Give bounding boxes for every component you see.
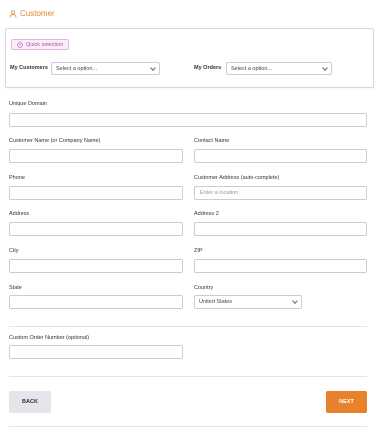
zip-label: ZIP — [194, 248, 203, 254]
country-value: United States — [199, 299, 233, 305]
country-select[interactable]: United States — [194, 295, 302, 309]
user-icon — [9, 9, 17, 18]
next-button-label: NEXT — [339, 399, 354, 405]
actions-divider-bottom — [9, 426, 367, 427]
custom-order-input[interactable] — [9, 345, 183, 359]
contact-name-input[interactable] — [194, 149, 367, 163]
address-input[interactable] — [9, 222, 183, 236]
actions-divider-top — [9, 376, 367, 377]
phone-input[interactable] — [9, 186, 183, 200]
chevron-down-icon — [150, 64, 156, 71]
custom-order-label: Custom Order Number (optional) — [9, 335, 90, 341]
customer-name-input[interactable] — [9, 149, 183, 163]
customer-address-label: Customer Address (auto-complete) — [194, 175, 280, 181]
my-customers-label: My Customers — [10, 65, 48, 71]
quick-selection-button[interactable]: Quick selection — [11, 39, 70, 50]
page-title: Customer — [20, 9, 55, 18]
customer-address-placeholder: Enter a location — [200, 190, 239, 196]
city-label: City — [9, 248, 19, 254]
city-input[interactable] — [9, 259, 183, 273]
next-button[interactable]: NEXT — [326, 391, 367, 413]
my-customers-select[interactable]: Select a option... — [51, 62, 160, 75]
phone-label: Phone — [9, 175, 25, 181]
section-divider — [9, 326, 367, 327]
chevron-down-icon — [322, 64, 328, 71]
address2-label: Address 2 — [194, 211, 219, 217]
address2-input[interactable] — [194, 222, 367, 236]
zip-input[interactable] — [194, 259, 367, 273]
address-label: Address — [9, 211, 30, 217]
my-customers-value: Select a option... — [56, 65, 97, 72]
state-label: State — [9, 285, 22, 291]
contact-name-label: Contact Name — [194, 138, 230, 144]
my-orders-label: My Orders — [194, 65, 222, 71]
my-orders-value: Select a option... — [231, 65, 272, 72]
country-label: Country — [194, 285, 214, 291]
page-header: Customer — [9, 9, 55, 18]
customer-name-label: Customer Name (or Company Name) — [9, 138, 101, 144]
clock-icon — [17, 41, 23, 48]
quick-selection-panel: Quick selection My Customers Select a op… — [5, 28, 374, 88]
back-button[interactable]: BACK — [9, 391, 51, 413]
unique-domain-label: Unique Domain — [9, 101, 47, 107]
quick-selection-label: Quick selection — [26, 41, 64, 48]
customer-address-input[interactable]: Enter a location — [194, 186, 367, 200]
state-input[interactable] — [9, 295, 183, 309]
unique-domain-input[interactable] — [9, 113, 367, 127]
chevron-down-icon — [292, 298, 298, 304]
back-button-label: BACK — [22, 399, 38, 405]
my-orders-select[interactable]: Select a option... — [226, 62, 332, 75]
